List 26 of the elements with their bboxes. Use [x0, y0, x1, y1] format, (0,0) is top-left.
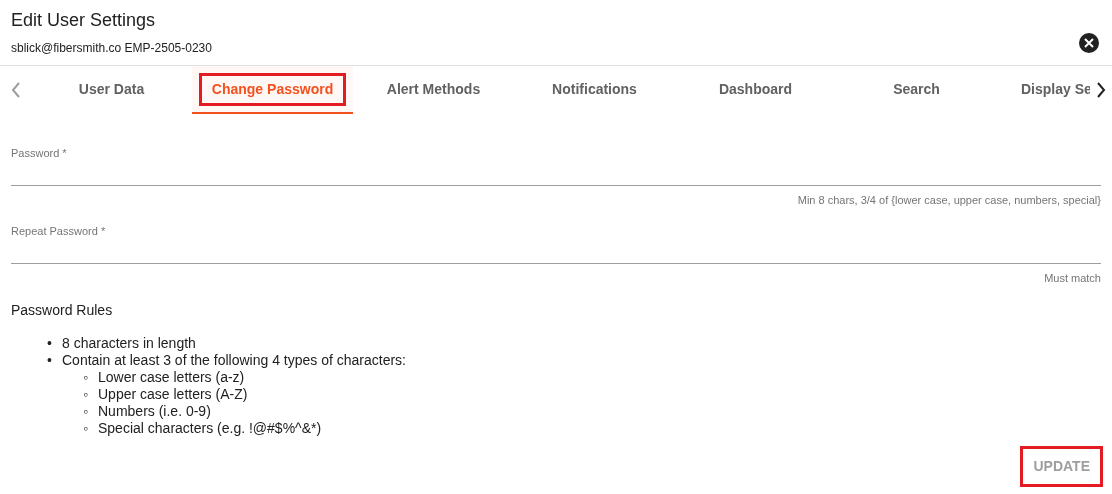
user-subtitle: sblick@fibersmith.co EMP-2505-0230 — [11, 40, 212, 57]
rule-text: Upper case letters (A-Z) — [98, 386, 248, 403]
tab[interactable]: Search — [836, 66, 997, 114]
tab[interactable]: Alert Methods — [353, 66, 514, 114]
bullet-icon: ◦ — [83, 386, 98, 403]
rule-text: Lower case letters (a-z) — [98, 369, 245, 386]
tab[interactable]: Dashboard — [675, 66, 836, 114]
tab[interactable]: Change Password — [192, 66, 353, 114]
close-icon[interactable] — [1079, 33, 1099, 53]
bullet-icon: • — [47, 352, 62, 369]
tab[interactable]: Notifications — [514, 66, 675, 114]
rule-text: Contain at least 3 of the following 4 types of characters: — [62, 352, 406, 369]
bullet-icon: ◦ — [83, 420, 98, 437]
rule-text: 8 characters in length — [62, 335, 196, 352]
field-hint: Must match — [1044, 270, 1101, 286]
rules-heading: Password Rules — [11, 301, 114, 320]
tab[interactable]: User Data — [31, 66, 192, 114]
password-field[interactable]: Repeat Password * — [11, 222, 1101, 264]
bullet-icon: • — [47, 335, 62, 352]
rule-text: Numbers (i.e. 0-9) — [98, 403, 211, 420]
password-field[interactable]: Password * — [11, 145, 1101, 186]
dialog-title: Edit User Settings — [11, 9, 157, 31]
field-hint: Min 8 chars, 3/4 of {lower case, upper case, numbers, special} — [797, 193, 1101, 208]
bullet-icon: ◦ — [83, 369, 98, 386]
rule-text: Special characters (e.g. !@#$%^&*) — [98, 420, 322, 437]
bullet-icon: ◦ — [83, 403, 98, 420]
